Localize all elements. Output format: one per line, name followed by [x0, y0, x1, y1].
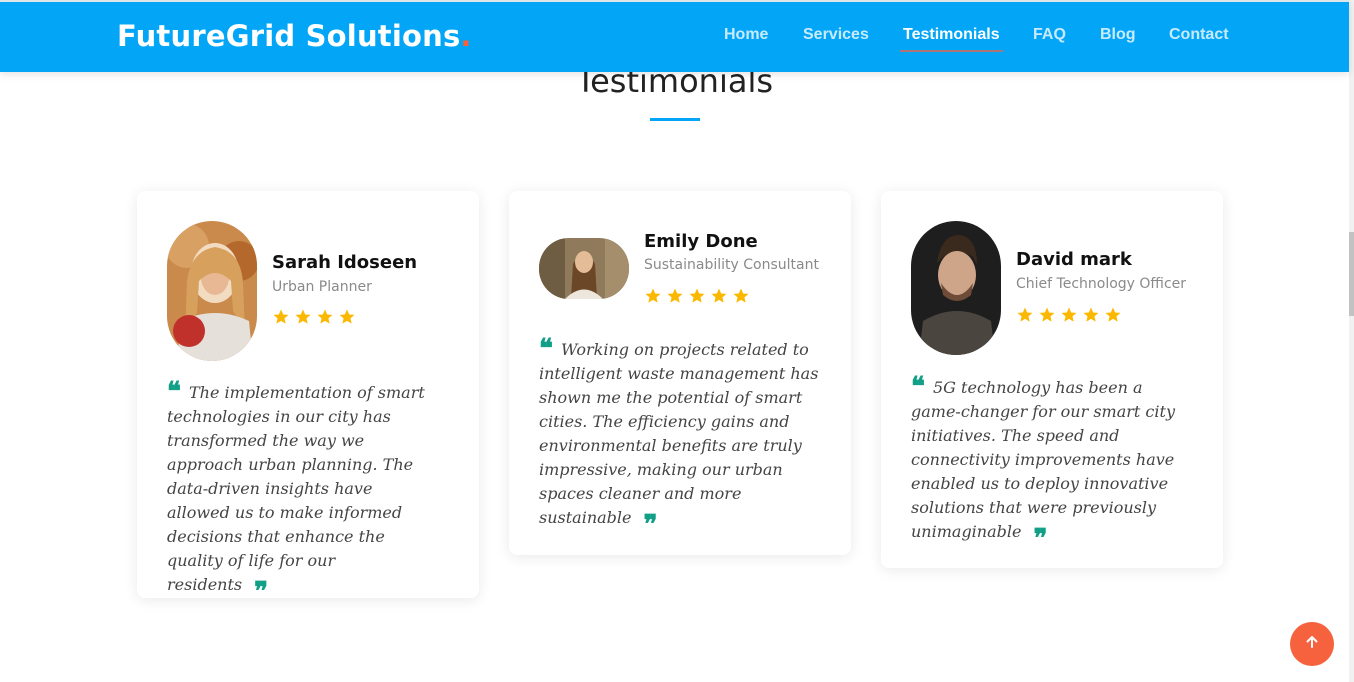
nav-link-faq[interactable]: FAQ	[1033, 26, 1066, 44]
quote-close-icon: ❞	[254, 577, 269, 607]
star-rating	[272, 308, 360, 331]
star-icon	[272, 308, 290, 326]
nav-link-testimonials[interactable]: Testimonials	[900, 26, 1003, 52]
star-rating	[644, 287, 754, 310]
testimonial-quote: ❝ The implementation of smart technologie…	[167, 379, 439, 605]
star-icon	[1060, 306, 1078, 324]
title-underline	[650, 118, 700, 121]
brand-name: FutureGrid Solutions	[117, 19, 461, 53]
star-icon	[710, 287, 728, 305]
avatar	[539, 238, 629, 299]
person-name: David mark	[1016, 249, 1132, 270]
person-name: Sarah Idoseen	[272, 252, 418, 273]
testimonial-quote: ❝ Working on projects related to intellig…	[539, 336, 819, 538]
avatar	[911, 221, 1001, 355]
quote-open-icon: ❝	[911, 372, 925, 402]
nav-link-blog[interactable]: Blog	[1100, 26, 1136, 44]
star-icon	[666, 287, 684, 305]
star-icon	[1104, 306, 1122, 324]
quote-text: Working on projects related to intellige…	[539, 340, 819, 527]
star-icon	[732, 287, 750, 305]
star-icon	[1016, 306, 1034, 324]
site-header: FutureGrid Solutions. Home Services Test…	[0, 0, 1349, 72]
quote-open-icon: ❝	[167, 377, 181, 407]
person-role: Urban Planner	[272, 279, 372, 295]
testimonial-card: Sarah Idoseen Urban Planner ❝ The impleme…	[137, 191, 479, 605]
page-scrollbar[interactable]	[1349, 0, 1354, 682]
star-icon	[1038, 306, 1056, 324]
star-rating	[1016, 306, 1126, 329]
star-icon	[294, 308, 312, 326]
person-name: Emily Done	[644, 231, 758, 252]
testimonial-card: Emily Done Sustainability Consultant ❝ Wo…	[509, 191, 851, 555]
quote-close-icon: ❞	[1033, 524, 1048, 554]
brand-dot: .	[460, 19, 472, 53]
avatar	[167, 221, 257, 361]
quote-text: The implementation of smart technologies…	[167, 383, 425, 594]
scroll-to-top-button[interactable]	[1290, 622, 1334, 666]
testimonial-quote: ❝ 5G technology has been a game-changer f…	[911, 374, 1183, 552]
star-icon	[338, 308, 356, 326]
person-role: Chief Technology Officer	[1016, 276, 1187, 292]
scrollbar-thumb[interactable]	[1349, 232, 1354, 316]
testimonial-card: David mark Chief Technology Officer ❝ 5G …	[881, 191, 1223, 568]
nav-link-contact[interactable]: Contact	[1169, 26, 1229, 44]
brand-logo[interactable]: FutureGrid Solutions.	[117, 19, 472, 53]
star-icon	[1082, 306, 1100, 324]
quote-close-icon: ❞	[643, 510, 658, 540]
nav-link-services[interactable]: Services	[803, 26, 869, 44]
quote-text: 5G technology has been a game-changer fo…	[911, 378, 1175, 541]
person-role: Sustainability Consultant	[644, 257, 819, 273]
star-icon	[688, 287, 706, 305]
quote-open-icon: ❝	[539, 334, 553, 364]
star-icon	[644, 287, 662, 305]
star-icon	[316, 308, 334, 326]
nav-link-home[interactable]: Home	[724, 26, 768, 44]
arrow-up-icon	[1304, 634, 1320, 655]
